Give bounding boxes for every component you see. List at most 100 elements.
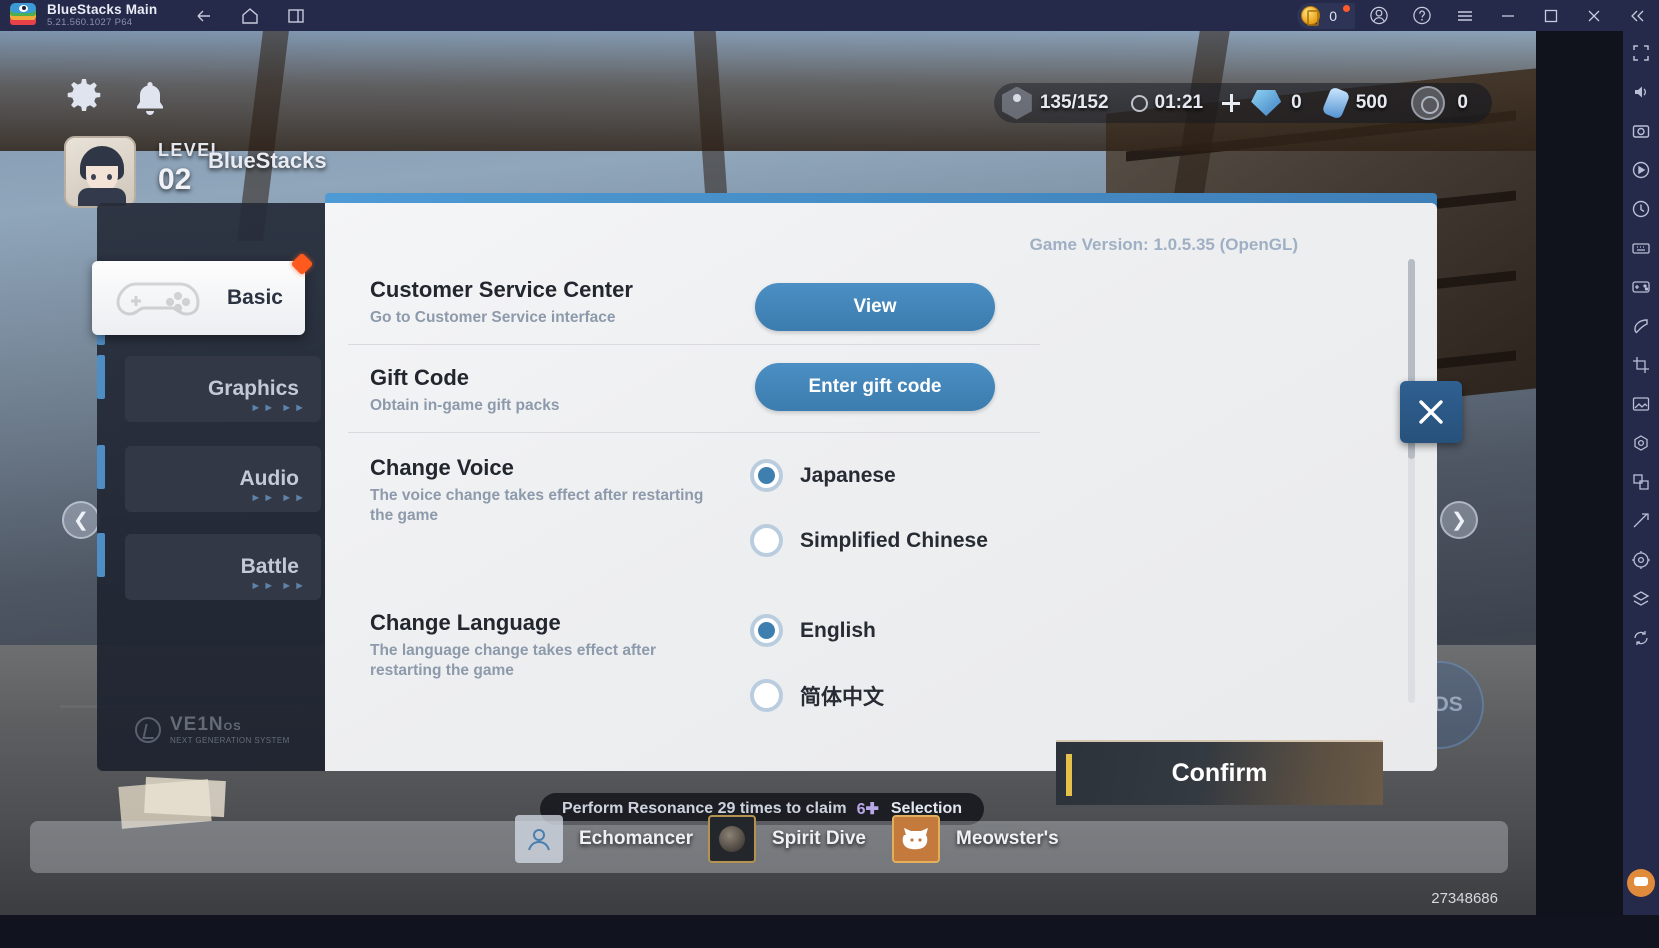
- coin-notification-dot: [1343, 4, 1350, 12]
- chevron-right-icon: ►► ►►: [250, 492, 307, 504]
- radio-icon[interactable]: [750, 524, 783, 557]
- radio-label: English: [800, 618, 876, 642]
- sidebar-item-label: Basic: [226, 286, 283, 309]
- app-root: BlueStacks Main 5.21.560.1027 P64 0 LEVE…: [0, 0, 1659, 948]
- location-icon[interactable]: [1628, 547, 1654, 573]
- bluestacks-logo-icon: [10, 2, 36, 29]
- gem-indicator[interactable]: 0: [1251, 90, 1302, 116]
- bluestacks-cat-icon[interactable]: [1627, 869, 1655, 897]
- app-version: 5.21.560.1027 P64: [47, 17, 133, 29]
- home-icon[interactable]: [240, 6, 260, 26]
- disc-icon: [1411, 86, 1446, 120]
- sidebar-accent: [97, 533, 105, 577]
- player-profile[interactable]: LEVEL 02: [64, 136, 223, 208]
- chevron-right-icon: ►► ►►: [250, 580, 307, 592]
- chevron-right-icon: ►► ►►: [250, 402, 307, 414]
- next-arrow-icon[interactable]: ❯: [1440, 501, 1478, 539]
- coin-value: 0: [1329, 7, 1337, 24]
- volume-icon[interactable]: [1628, 79, 1654, 105]
- sidebar-item-basic[interactable]: Basic: [92, 252, 314, 335]
- sidebar-item-audio[interactable]: Audio ►► ►►: [125, 446, 321, 512]
- view-button[interactable]: View: [755, 283, 995, 331]
- new-badge-icon: [290, 252, 314, 276]
- notification-bell-icon[interactable]: [133, 79, 167, 117]
- brand-tagline: NEXT GENERATION SYSTEM: [170, 736, 290, 745]
- record-icon[interactable]: [1628, 157, 1654, 183]
- sidebar-item-graphics[interactable]: Graphics ►► ►►: [125, 356, 321, 422]
- row-subtitle: The language change takes effect after r…: [370, 642, 656, 679]
- maximize-icon[interactable]: [1541, 6, 1561, 26]
- vial-indicator[interactable]: 500: [1312, 86, 1387, 120]
- sidebar-item-battle[interactable]: Battle ►► ►►: [125, 534, 321, 600]
- settings-content-panel: Game Version: 1.0.5.35 (OpenGL) Customer…: [325, 203, 1437, 771]
- clock-icon: [1130, 94, 1148, 112]
- crop-icon[interactable]: [1628, 352, 1654, 378]
- nav-label: Meowster's: [956, 828, 1059, 849]
- stamina-indicator[interactable]: 135/152: [1001, 86, 1109, 120]
- confirm-accent-bar: [1066, 754, 1072, 796]
- language-option-chinese[interactable]: 简体中文: [750, 679, 884, 712]
- radio-label: Simplified Chinese: [800, 528, 988, 552]
- row-title: Gift Code: [370, 365, 469, 390]
- shake-icon[interactable]: [1628, 508, 1654, 534]
- prev-arrow-icon[interactable]: ❮: [62, 501, 100, 539]
- row-title: Customer Service Center: [370, 277, 633, 302]
- game-viewport: LEVEL 02 BlueStacks 135/152 01:21 0 500: [0, 31, 1536, 915]
- help-icon[interactable]: [1412, 6, 1432, 26]
- settings-scrollbar[interactable]: [1408, 259, 1415, 703]
- enter-gift-code-button[interactable]: Enter gift code: [755, 363, 995, 411]
- row-title: Change Voice: [370, 455, 514, 480]
- screenshot-icon[interactable]: [1628, 118, 1654, 144]
- row-subtitle: The voice change takes effect after rest…: [370, 487, 704, 524]
- script-icon[interactable]: [1628, 430, 1654, 456]
- sync-icon[interactable]: [1628, 625, 1654, 651]
- language-option-english[interactable]: English: [750, 614, 876, 647]
- dialog-close-button[interactable]: [1400, 381, 1462, 443]
- row-subtitle: Go to Customer Service interface: [370, 309, 616, 326]
- settings-dialog: Basic Graphics ►► ►► Audio ►► ►► Battle …: [92, 193, 1462, 771]
- layers-icon[interactable]: [1628, 586, 1654, 612]
- back-arrow-icon[interactable]: [194, 6, 214, 26]
- macro-icon[interactable]: [1628, 196, 1654, 222]
- setting-row-change-voice: Change Voice The voice change takes effe…: [325, 433, 1400, 588]
- disc-indicator[interactable]: 0: [1397, 86, 1468, 120]
- sidebar-item-label: Graphics: [207, 377, 299, 400]
- sidebar-accent: [97, 355, 105, 399]
- avatar[interactable]: [64, 136, 136, 208]
- row-subtitle: Obtain in-game gift packs: [370, 397, 560, 414]
- nav-item-spirit-dive[interactable]: Spirit Dive: [708, 815, 866, 863]
- radio-label: Japanese: [800, 463, 896, 487]
- bluestacks-titlebar: BlueStacks Main 5.21.560.1027 P64 0: [0, 0, 1659, 31]
- confirm-button[interactable]: Confirm: [1056, 740, 1383, 805]
- collapse-icon[interactable]: [1627, 6, 1647, 26]
- eco-mode-icon[interactable]: [1628, 313, 1654, 339]
- titlebar-text: BlueStacks Main 5.21.560.1027 P64: [47, 2, 157, 29]
- taskbar: [0, 915, 1659, 948]
- fullscreen-icon[interactable]: [1628, 40, 1654, 66]
- radio-icon[interactable]: [750, 614, 783, 647]
- multi-instance-icon[interactable]: [286, 6, 306, 26]
- bottom-nav-bar: Echomancer Spirit Dive Meowster's: [30, 815, 1508, 873]
- minimize-icon[interactable]: [1498, 6, 1518, 26]
- nav-item-echomancer[interactable]: Echomancer: [515, 815, 693, 863]
- settings-gear-icon[interactable]: [63, 76, 105, 118]
- nav-item-meowsters[interactable]: Meowster's: [892, 815, 1059, 863]
- radio-icon[interactable]: [750, 459, 783, 492]
- titlebar-nav-icons: [194, 6, 306, 26]
- voice-option-simplified-chinese[interactable]: Simplified Chinese: [750, 524, 988, 557]
- close-icon[interactable]: [1584, 6, 1604, 26]
- gamepad-settings-icon[interactable]: [1628, 274, 1654, 300]
- menu-icon[interactable]: [1455, 6, 1475, 26]
- add-stamina-icon[interactable]: [1221, 93, 1241, 113]
- gallery-icon[interactable]: [1628, 391, 1654, 417]
- titlebar-right-controls: 0: [1297, 0, 1659, 31]
- setting-row-change-language: Change Language The language change take…: [325, 588, 1400, 748]
- voice-option-japanese[interactable]: Japanese: [750, 459, 896, 492]
- gem-icon: [1251, 90, 1282, 116]
- radio-icon[interactable]: [750, 679, 783, 712]
- coin-balance[interactable]: 0: [1297, 2, 1355, 29]
- keymapping-icon[interactable]: [1628, 235, 1654, 261]
- account-icon[interactable]: [1369, 6, 1389, 26]
- rotate-icon[interactable]: [1628, 469, 1654, 495]
- bluestacks-sidebar: [1623, 31, 1659, 915]
